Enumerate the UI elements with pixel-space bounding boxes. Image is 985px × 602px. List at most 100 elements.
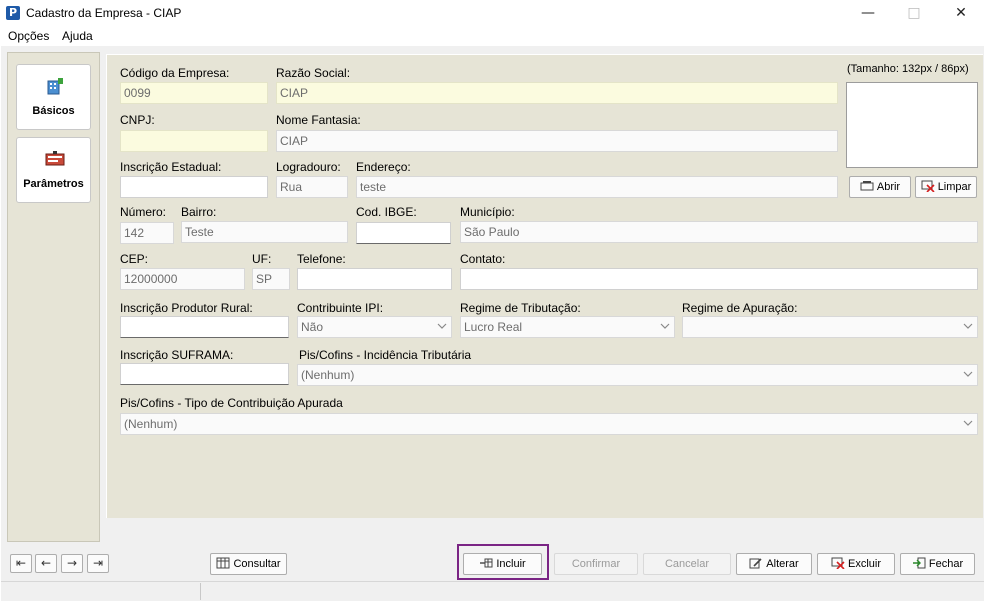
- contato-field[interactable]: [460, 268, 978, 290]
- title-bar: P Cadastro da Empresa - CIAP — □ ✕: [0, 0, 985, 27]
- ie-label: Inscrição Estadual:: [120, 160, 222, 174]
- open-image-button[interactable]: Abrir: [849, 176, 911, 198]
- first-record-button[interactable]: ⇤: [10, 554, 32, 573]
- previous-record-button[interactable]: ←: [35, 554, 57, 573]
- menu-opcoes[interactable]: Opções: [8, 29, 49, 43]
- ibge-label: Cod. IBGE:: [356, 205, 417, 219]
- pis-incid-label: Pis/Cofins - Incidência Tributária: [299, 348, 472, 362]
- next-record-button[interactable]: →: [61, 554, 83, 573]
- razao-field[interactable]: CIAP: [276, 82, 838, 104]
- folder-open-icon: [860, 181, 874, 191]
- alterar-label: Alterar: [766, 558, 799, 570]
- suframa-label: Inscrição SUFRAMA:: [120, 348, 234, 362]
- uf-label: UF:: [252, 252, 272, 266]
- consultar-label: Consultar: [233, 558, 281, 570]
- codigo-field[interactable]: 0099: [120, 82, 268, 104]
- pis-incid-select[interactable]: (Nenhum): [297, 364, 978, 386]
- minimize-button[interactable]: —: [845, 0, 891, 27]
- cnpj-label: CNPJ:: [120, 113, 155, 127]
- ipi-value: Não: [301, 320, 324, 334]
- pis-tipo-value: (Nenhum): [124, 417, 178, 431]
- alterar-button[interactable]: Alterar: [736, 553, 812, 575]
- cep-field[interactable]: 12000000: [120, 268, 245, 290]
- clear-image-button[interactable]: Limpar: [915, 176, 977, 198]
- incluir-label: Incluir: [496, 558, 526, 570]
- cancelar-button[interactable]: Cancelar: [643, 553, 731, 575]
- edit-record-icon: [749, 558, 762, 569]
- uf-field[interactable]: SP: [252, 268, 290, 290]
- consultar-button[interactable]: Consultar: [210, 553, 287, 575]
- cnpj-field[interactable]: [120, 130, 268, 152]
- suframa-field[interactable]: [120, 363, 289, 385]
- logradouro-field[interactable]: Rua: [276, 176, 348, 198]
- telefone-field[interactable]: [297, 268, 452, 290]
- clear-image-icon: [921, 180, 935, 192]
- pis-tipo-label: Pis/Cofins - Tipo de Contribuição Apurad…: [120, 396, 343, 410]
- maximize-button: □: [907, 5, 921, 21]
- ipi-select[interactable]: Não: [297, 316, 452, 338]
- logo-image-box: [846, 82, 978, 168]
- chevron-down-icon: [660, 323, 670, 329]
- fantasia-field[interactable]: CIAP: [276, 130, 838, 152]
- sidebar-item-basicos[interactable]: Básicos: [16, 64, 91, 130]
- status-bar: [1, 581, 984, 601]
- clear-image-label: Limpar: [937, 181, 972, 193]
- app-icon: P: [6, 6, 20, 20]
- building-icon: [47, 78, 63, 95]
- menu-bar: Opções Ajuda: [0, 27, 985, 46]
- fechar-button[interactable]: Fechar: [900, 553, 975, 575]
- menu-ajuda[interactable]: Ajuda: [62, 29, 93, 43]
- numero-field[interactable]: 142: [120, 222, 174, 244]
- confirmar-button[interactable]: Confirmar: [554, 553, 638, 575]
- close-button[interactable]: ✕: [938, 0, 984, 27]
- municipio-field[interactable]: São Paulo: [460, 221, 978, 243]
- codigo-label: Código da Empresa:: [120, 66, 230, 80]
- sidebar-item-label: Parâmetros: [23, 178, 84, 190]
- telefone-label: Telefone:: [297, 252, 346, 266]
- razao-label: Razão Social:: [276, 66, 351, 80]
- numero-label: Número:: [120, 205, 167, 219]
- cep-label: CEP:: [120, 252, 149, 266]
- chevron-down-icon: [963, 323, 973, 329]
- incluir-button[interactable]: Incluir: [463, 553, 542, 575]
- logradouro-label: Logradouro:: [276, 160, 341, 174]
- exit-door-icon: [912, 557, 926, 569]
- excluir-button[interactable]: Excluir: [817, 553, 895, 575]
- excluir-label: Excluir: [847, 558, 881, 570]
- regime-apur-label: Regime de Apuração:: [682, 301, 798, 315]
- regime-apur-select[interactable]: [682, 316, 978, 338]
- open-image-label: Abrir: [876, 181, 901, 193]
- ibge-field[interactable]: [356, 222, 451, 244]
- add-record-icon: [480, 558, 493, 568]
- chevron-down-icon: [437, 323, 447, 329]
- window-title: Cadastro da Empresa - CIAP: [26, 6, 182, 20]
- sidebar-item-parametros[interactable]: Parâmetros: [16, 137, 91, 203]
- produtor-field[interactable]: [120, 316, 289, 338]
- bairro-label: Bairro:: [181, 205, 217, 219]
- pis-tipo-select[interactable]: (Nenhum): [120, 413, 978, 435]
- endereco-field[interactable]: teste: [356, 176, 838, 198]
- last-record-button[interactable]: ⇥: [87, 554, 109, 573]
- settings-panel-icon: [45, 151, 65, 166]
- regime-trib-select[interactable]: Lucro Real: [460, 316, 675, 338]
- bairro-field[interactable]: Teste: [181, 221, 348, 243]
- ie-field[interactable]: [120, 176, 268, 198]
- table-search-icon: [216, 557, 230, 569]
- contato-label: Contato:: [460, 252, 506, 266]
- confirmar-label: Confirmar: [571, 558, 621, 570]
- image-size-hint: (Tamanho: 132px / 86px): [847, 63, 969, 75]
- produtor-label: Inscrição Produtor Rural:: [120, 301, 253, 315]
- status-divider: [200, 583, 201, 600]
- sidebar-item-label: Básicos: [32, 105, 75, 117]
- chevron-down-icon: [963, 420, 973, 426]
- endereco-label: Endereço:: [356, 160, 411, 174]
- delete-record-icon: [831, 557, 845, 569]
- municipio-label: Município:: [460, 205, 515, 219]
- cancelar-label: Cancelar: [664, 558, 710, 570]
- fantasia-label: Nome Fantasia:: [276, 113, 361, 127]
- chevron-down-icon: [963, 371, 973, 377]
- regime-trib-label: Regime de Tributação:: [460, 301, 581, 315]
- regime-trib-value: Lucro Real: [464, 320, 523, 334]
- pis-incid-value: (Nenhum): [301, 368, 355, 382]
- fechar-label: Fechar: [928, 558, 964, 570]
